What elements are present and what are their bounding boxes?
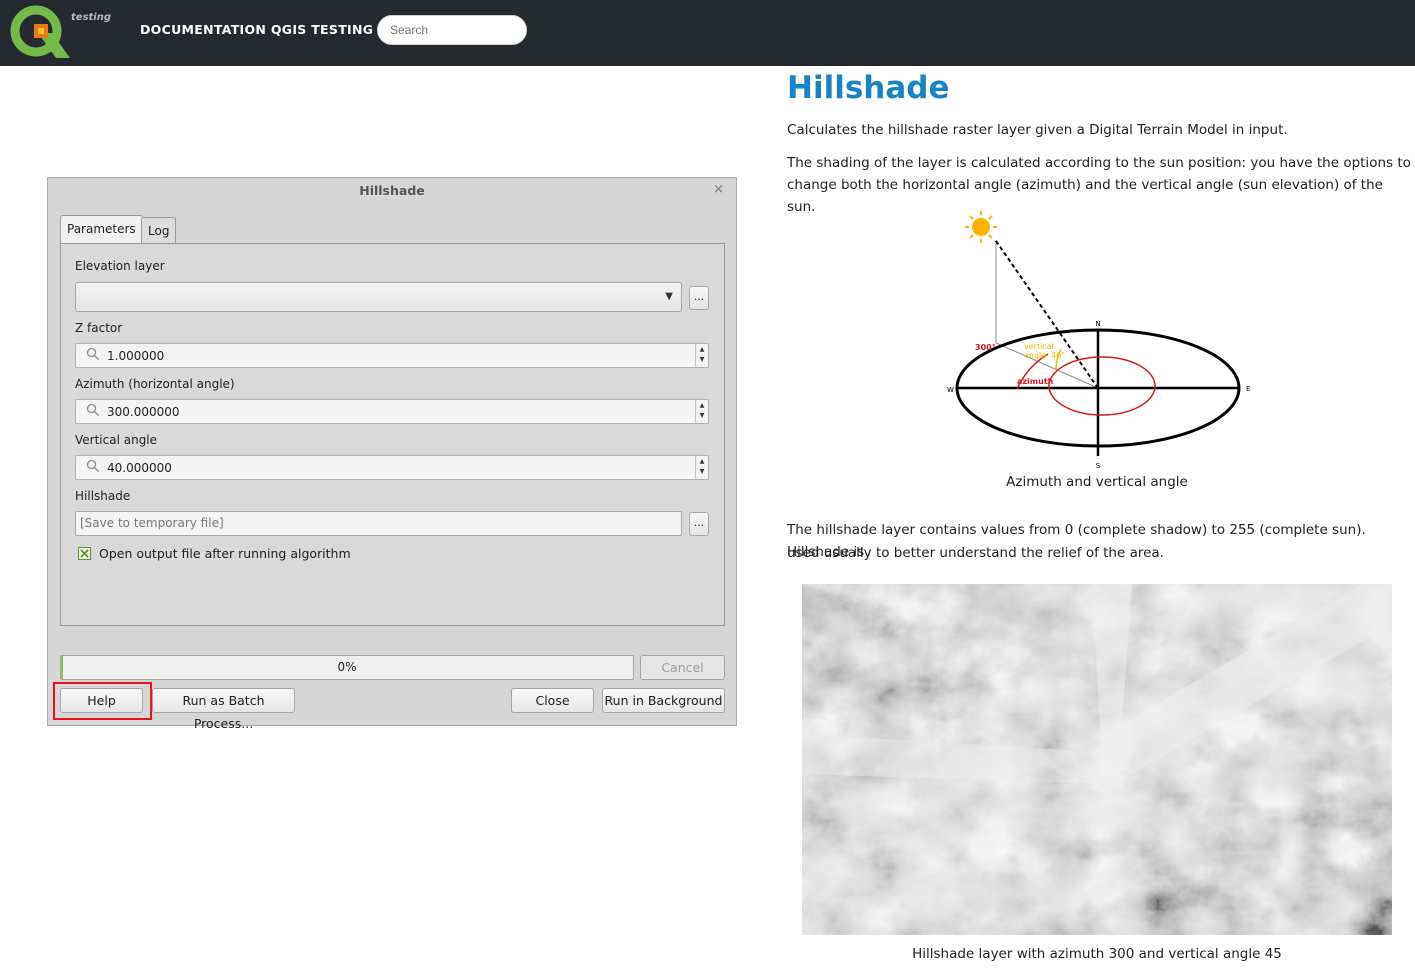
progress-bar: 0% (60, 655, 634, 680)
logo-subtitle: testing (71, 12, 111, 23)
page-title: Hillshade (787, 70, 950, 106)
hillshade-output-label: Hillshade (75, 489, 131, 503)
open-output-label: Open output file after running algorithm (99, 546, 351, 561)
diagram-south-label: S (1096, 462, 1101, 470)
progress-text: 0% (337, 660, 357, 674)
parameters-panel: Elevation layer ▼ ... Z factor 1.000000 … (60, 243, 725, 626)
elevation-layer-combo[interactable]: ▼ (75, 282, 682, 312)
search-input[interactable] (377, 15, 527, 45)
azimuth-spinbox[interactable]: 300.000000 ▲ ▼ (75, 399, 709, 424)
diagram-vertical-label-1: vertical (1024, 342, 1054, 351)
search-icon (86, 347, 99, 360)
diagram-vertical-value: 40° (1051, 351, 1065, 360)
close-icon[interactable]: × (713, 182, 724, 197)
diagram-east-label: E (1246, 385, 1250, 393)
vertical-angle-label: Vertical angle (75, 433, 158, 447)
diagram-azimuth-label: azimuth (1017, 377, 1054, 386)
spin-arrows-icon[interactable]: ▲ ▼ (695, 400, 708, 423)
azimuth-value: 300.000000 (107, 405, 180, 419)
hillshade-dialog: Hillshade × Parameters Log Elevation lay… (47, 177, 737, 731)
image-caption: Hillshade layer with azimuth 300 and ver… (912, 946, 1282, 962)
open-output-checkbox[interactable] (78, 547, 91, 560)
azimuth-diagram: N S E W 300° vertical angle 40° azimuth (947, 211, 1250, 470)
elevation-browse-button[interactable]: ... (689, 286, 709, 310)
cancel-button[interactable]: Cancel (640, 655, 725, 680)
intro-paragraph: Calculates the hillshade raster layer gi… (787, 122, 1288, 138)
diagram-azimuth-value: 300° (975, 343, 996, 352)
search-icon (86, 459, 99, 472)
z-factor-label: Z factor (75, 321, 123, 335)
chevron-down-icon: ▼ (665, 291, 673, 302)
azimuth-label: Azimuth (horizontal angle) (75, 377, 235, 391)
vertical-angle-spinbox[interactable]: 40.000000 ▲ ▼ (75, 455, 709, 480)
output-browse-button[interactable]: ... (689, 512, 709, 536)
dialog-title: Hillshade (359, 183, 425, 198)
check-icon (80, 549, 89, 558)
output-file-field[interactable]: [Save to temporary file] (75, 511, 682, 536)
vertical-angle-value: 40.000000 (107, 461, 172, 475)
z-factor-value: 1.000000 (107, 349, 165, 363)
values-line-2: used usually to better understand the re… (787, 545, 1164, 561)
diagram-caption: Azimuth and vertical angle (1006, 474, 1188, 490)
tab-log[interactable]: Log (141, 217, 177, 243)
shading-line-1: The shading of the layer is calculated a… (787, 155, 1411, 171)
tab-parameters[interactable]: Parameters (60, 215, 143, 243)
batch-process-button[interactable]: Run as Batch Process... (152, 688, 295, 731)
diagram-north-label: N (1095, 320, 1100, 328)
elevation-layer-label: Elevation layer (75, 259, 165, 273)
site-title[interactable]: DOCUMENTATION QGIS TESTING (140, 22, 373, 37)
search-icon (86, 403, 99, 416)
spin-arrows-icon[interactable]: ▲ ▼ (695, 456, 708, 479)
sun-icon (965, 211, 997, 243)
run-background-button[interactable]: Run in Background (602, 688, 725, 713)
hillshade-raster-image (802, 584, 1392, 935)
help-highlight-box (53, 682, 152, 720)
qgis-logo-icon[interactable] (8, 2, 74, 62)
z-factor-spinbox[interactable]: 1.000000 ▲ ▼ (75, 343, 709, 368)
diagram-vertical-label-2: angle (1024, 351, 1046, 360)
close-button[interactable]: Close (511, 688, 594, 713)
header-bar: testing DOCUMENTATION QGIS TESTING (0, 0, 1415, 66)
spin-arrows-icon[interactable]: ▲ ▼ (695, 344, 708, 367)
diagram-west-label: W (947, 386, 954, 394)
